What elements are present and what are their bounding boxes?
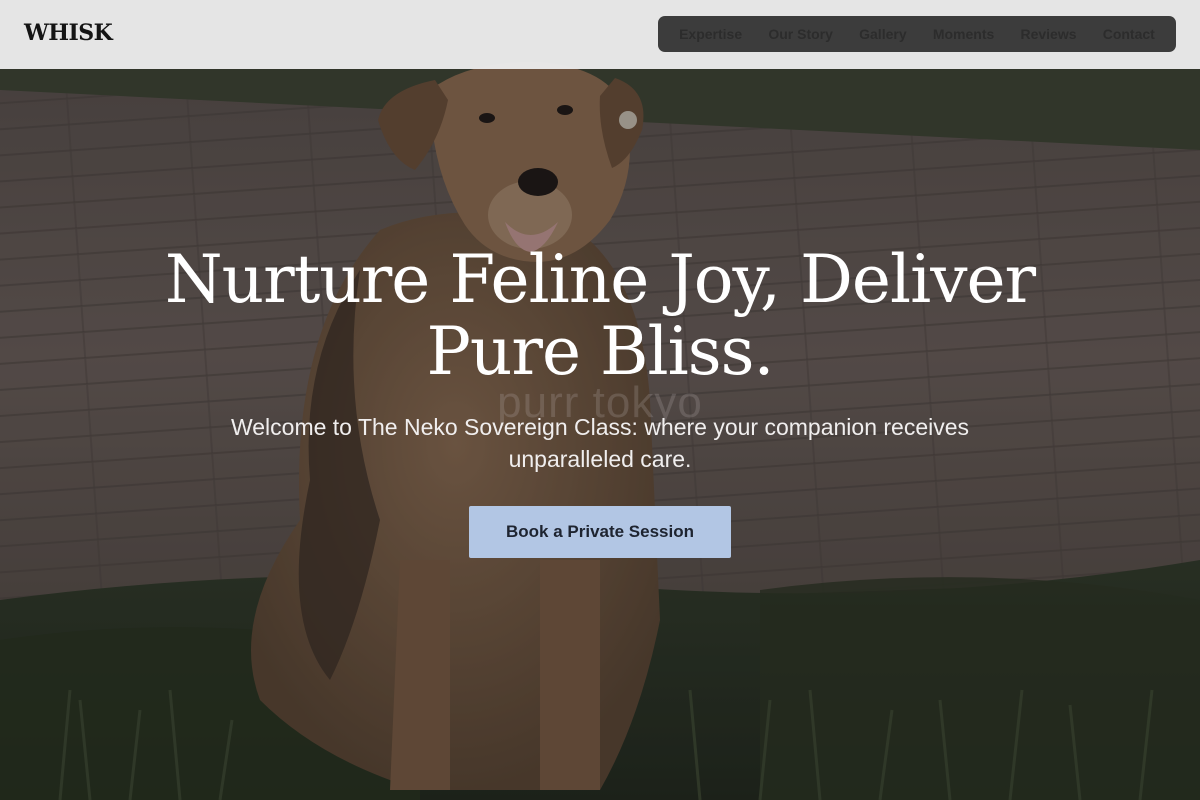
site-header: WHISK Expertise Our Story Gallery Moment… bbox=[0, 0, 1200, 69]
nav-link-expertise[interactable]: Expertise bbox=[679, 26, 742, 42]
hero-subtitle: Welcome to The Neko Sovereign Class: whe… bbox=[180, 411, 1020, 475]
hero-subtitle-line-2: unparalleled care. bbox=[508, 446, 692, 472]
nav-link-gallery[interactable]: Gallery bbox=[859, 26, 906, 42]
hero-subtitle-line-1: Welcome to The Neko Sovereign Class: whe… bbox=[230, 414, 970, 440]
nav-link-contact[interactable]: Contact bbox=[1103, 26, 1155, 42]
hero-title-line-2: Pure Bliss. bbox=[426, 313, 775, 390]
nav-link-moments[interactable]: Moments bbox=[933, 26, 994, 42]
book-session-button[interactable]: Book a Private Session bbox=[469, 506, 731, 558]
nav-link-our-story[interactable]: Our Story bbox=[768, 26, 833, 42]
main-navigation: Expertise Our Story Gallery Moments Revi… bbox=[658, 16, 1176, 52]
nav-link-reviews[interactable]: Reviews bbox=[1020, 26, 1076, 42]
landing-page: WHISK Expertise Our Story Gallery Moment… bbox=[0, 0, 1200, 800]
hero-title: Nurture Feline Joy, Deliver Pure Bliss. bbox=[150, 244, 1050, 388]
hero-title-line-1: Nurture Feline Joy, Deliver bbox=[164, 241, 1036, 318]
brand-logo[interactable]: WHISK bbox=[24, 20, 113, 46]
